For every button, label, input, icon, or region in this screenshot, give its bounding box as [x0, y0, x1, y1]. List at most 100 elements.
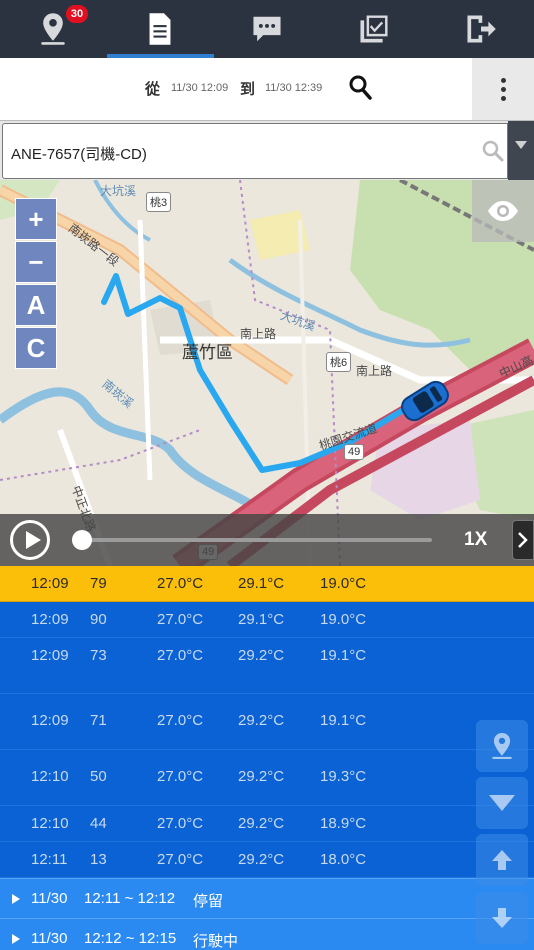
tab-tasks[interactable] — [320, 0, 427, 58]
cell-speed: 71 — [90, 712, 107, 729]
cell-time: 12:09 — [31, 575, 69, 592]
segment-header[interactable]: 11/30 12:12 ~ 12:15 行駛中 — [0, 918, 534, 950]
map-view[interactable]: 蘆竹區 南上路 南上路 南崁路一段 大坑溪 大坑溪 南崁溪 中正北路 中山高 桃… — [0, 180, 534, 566]
segment-range: 12:12 ~ 12:15 — [84, 930, 177, 947]
map-label-district: 蘆竹區 — [182, 343, 233, 362]
play-button[interactable] — [10, 520, 50, 560]
table-row[interactable]: 12:10 50 27.0°C 29.2°C 19.3°C — [0, 750, 534, 806]
cell-time: 12:10 — [31, 768, 69, 785]
segment-date: 11/30 — [31, 930, 68, 947]
route-shield: 桃6 — [326, 352, 352, 372]
cell-t2: 29.1°C — [238, 611, 285, 628]
zoom-out-button[interactable]: − — [15, 241, 57, 283]
cell-t1: 27.0°C — [157, 647, 204, 664]
visibility-toggle[interactable] — [472, 180, 534, 242]
tab-message[interactable] — [214, 0, 321, 58]
to-time[interactable]: 11/30 12:39 — [265, 82, 322, 94]
to-label: 到 — [240, 81, 256, 98]
cell-speed: 13 — [90, 851, 107, 868]
cell-t3: 18.0°C — [320, 851, 367, 868]
caret-down-icon — [515, 141, 527, 149]
cell-t1: 27.0°C — [157, 768, 204, 785]
map-label-road: 南上路 — [356, 364, 393, 378]
cell-time: 12:10 — [31, 815, 69, 832]
table-row[interactable]: 12:10 44 27.0°C 29.2°C 18.9°C — [0, 806, 534, 842]
map-a-button[interactable]: A — [15, 284, 57, 326]
cell-t3: 19.0°C — [320, 575, 367, 592]
cell-t2: 29.2°C — [238, 712, 285, 729]
cell-speed: 44 — [90, 815, 107, 832]
cell-time: 12:09 — [31, 647, 69, 664]
table-row[interactable]: 12:09 90 27.0°C 29.1°C 19.0°C — [0, 602, 534, 638]
cell-t2: 29.2°C — [238, 647, 285, 664]
cell-t2: 29.2°C — [238, 851, 285, 868]
map-c-button[interactable]: C — [15, 327, 57, 369]
tab-location[interactable]: 30 — [0, 0, 107, 58]
logout-icon — [467, 15, 496, 43]
arrow-up-icon — [492, 850, 512, 870]
cell-t1: 27.0°C — [157, 815, 204, 832]
route-shield: 桃3 — [146, 192, 172, 212]
table-row[interactable]: 12:09 79 27.0°C 29.1°C 19.0°C — [0, 566, 534, 602]
table-row[interactable]: 12:11 13 27.0°C 29.2°C 18.0°C — [0, 842, 534, 878]
cell-time: 12:09 — [31, 611, 69, 628]
map-label-river: 大坑溪 — [100, 184, 137, 198]
document-icon — [149, 13, 171, 45]
tab-report[interactable] — [106, 0, 214, 58]
scroll-bottom-button[interactable] — [476, 892, 528, 944]
search-button[interactable] — [348, 74, 374, 102]
vehicle-selector: ANE-7657(司機-CD) — [0, 120, 534, 181]
notification-badge: 30 — [66, 5, 88, 23]
top-nav: 30 — [0, 0, 534, 58]
table-row[interactable]: 12:09 73 27.0°C 29.2°C 19.1°C — [0, 638, 534, 694]
from-time[interactable]: 11/30 12:09 — [171, 82, 228, 94]
cell-speed: 50 — [90, 768, 107, 785]
cell-time: 12:09 — [31, 712, 69, 729]
chevron-right-icon — [518, 532, 528, 548]
cell-t3: 19.1°C — [320, 712, 367, 729]
cell-t2: 29.2°C — [238, 815, 285, 832]
caret-down-icon — [489, 795, 515, 811]
cell-t3: 19.1°C — [320, 647, 367, 664]
checklist-icon — [360, 15, 388, 43]
tab-logout[interactable] — [427, 0, 534, 58]
route-shield: 49 — [344, 444, 365, 460]
table-row[interactable]: 12:09 71 27.0°C 29.2°C 19.1°C — [0, 694, 534, 750]
cell-t1: 27.0°C — [157, 851, 204, 868]
zoom-in-button[interactable]: + — [15, 198, 57, 240]
segment-status: 行駛中 — [193, 933, 239, 950]
expand-triangle-icon — [12, 934, 20, 944]
cell-speed: 73 — [90, 647, 107, 664]
playback-slider[interactable] — [82, 538, 432, 542]
arrow-down-icon — [492, 908, 512, 928]
next-button[interactable] — [512, 520, 534, 560]
vehicle-search-button[interactable] — [477, 124, 509, 178]
cell-speed: 79 — [90, 575, 107, 592]
playback-speed[interactable]: 1X — [464, 529, 487, 551]
map-label-road: 南上路 — [240, 327, 277, 341]
from-label: 從 — [145, 81, 161, 98]
cell-t3: 19.3°C — [320, 768, 367, 785]
cell-t2: 29.1°C — [238, 575, 285, 592]
vehicle-dropdown-button[interactable] — [508, 121, 534, 181]
cell-t1: 27.0°C — [157, 611, 204, 628]
map-pin-icon — [41, 13, 66, 45]
cell-t2: 29.2°C — [238, 768, 285, 785]
locate-button[interactable] — [476, 720, 528, 772]
record-list: 12:09 79 27.0°C 29.1°C 19.0°C 12:09 90 27.0°C 29… — [0, 566, 534, 950]
playback-bar: 1X — [0, 514, 534, 566]
segment-date: 11/30 — [31, 890, 68, 907]
chat-bubble-icon — [253, 16, 281, 42]
slider-handle[interactable] — [72, 530, 92, 550]
scroll-top-button[interactable] — [476, 834, 528, 886]
cell-t3: 19.0°C — [320, 611, 367, 628]
segment-header[interactable]: 11/30 12:11 ~ 12:12 停留 — [0, 878, 534, 918]
expand-triangle-icon — [12, 894, 20, 904]
vehicle-input[interactable]: ANE-7657(司機-CD) — [2, 123, 508, 179]
cell-time: 12:11 — [31, 851, 68, 868]
map-pin-icon — [492, 733, 512, 759]
expand-button[interactable] — [476, 777, 528, 829]
more-menu-button[interactable] — [472, 58, 534, 120]
search-icon — [482, 140, 504, 162]
cell-t1: 27.0°C — [157, 575, 204, 592]
